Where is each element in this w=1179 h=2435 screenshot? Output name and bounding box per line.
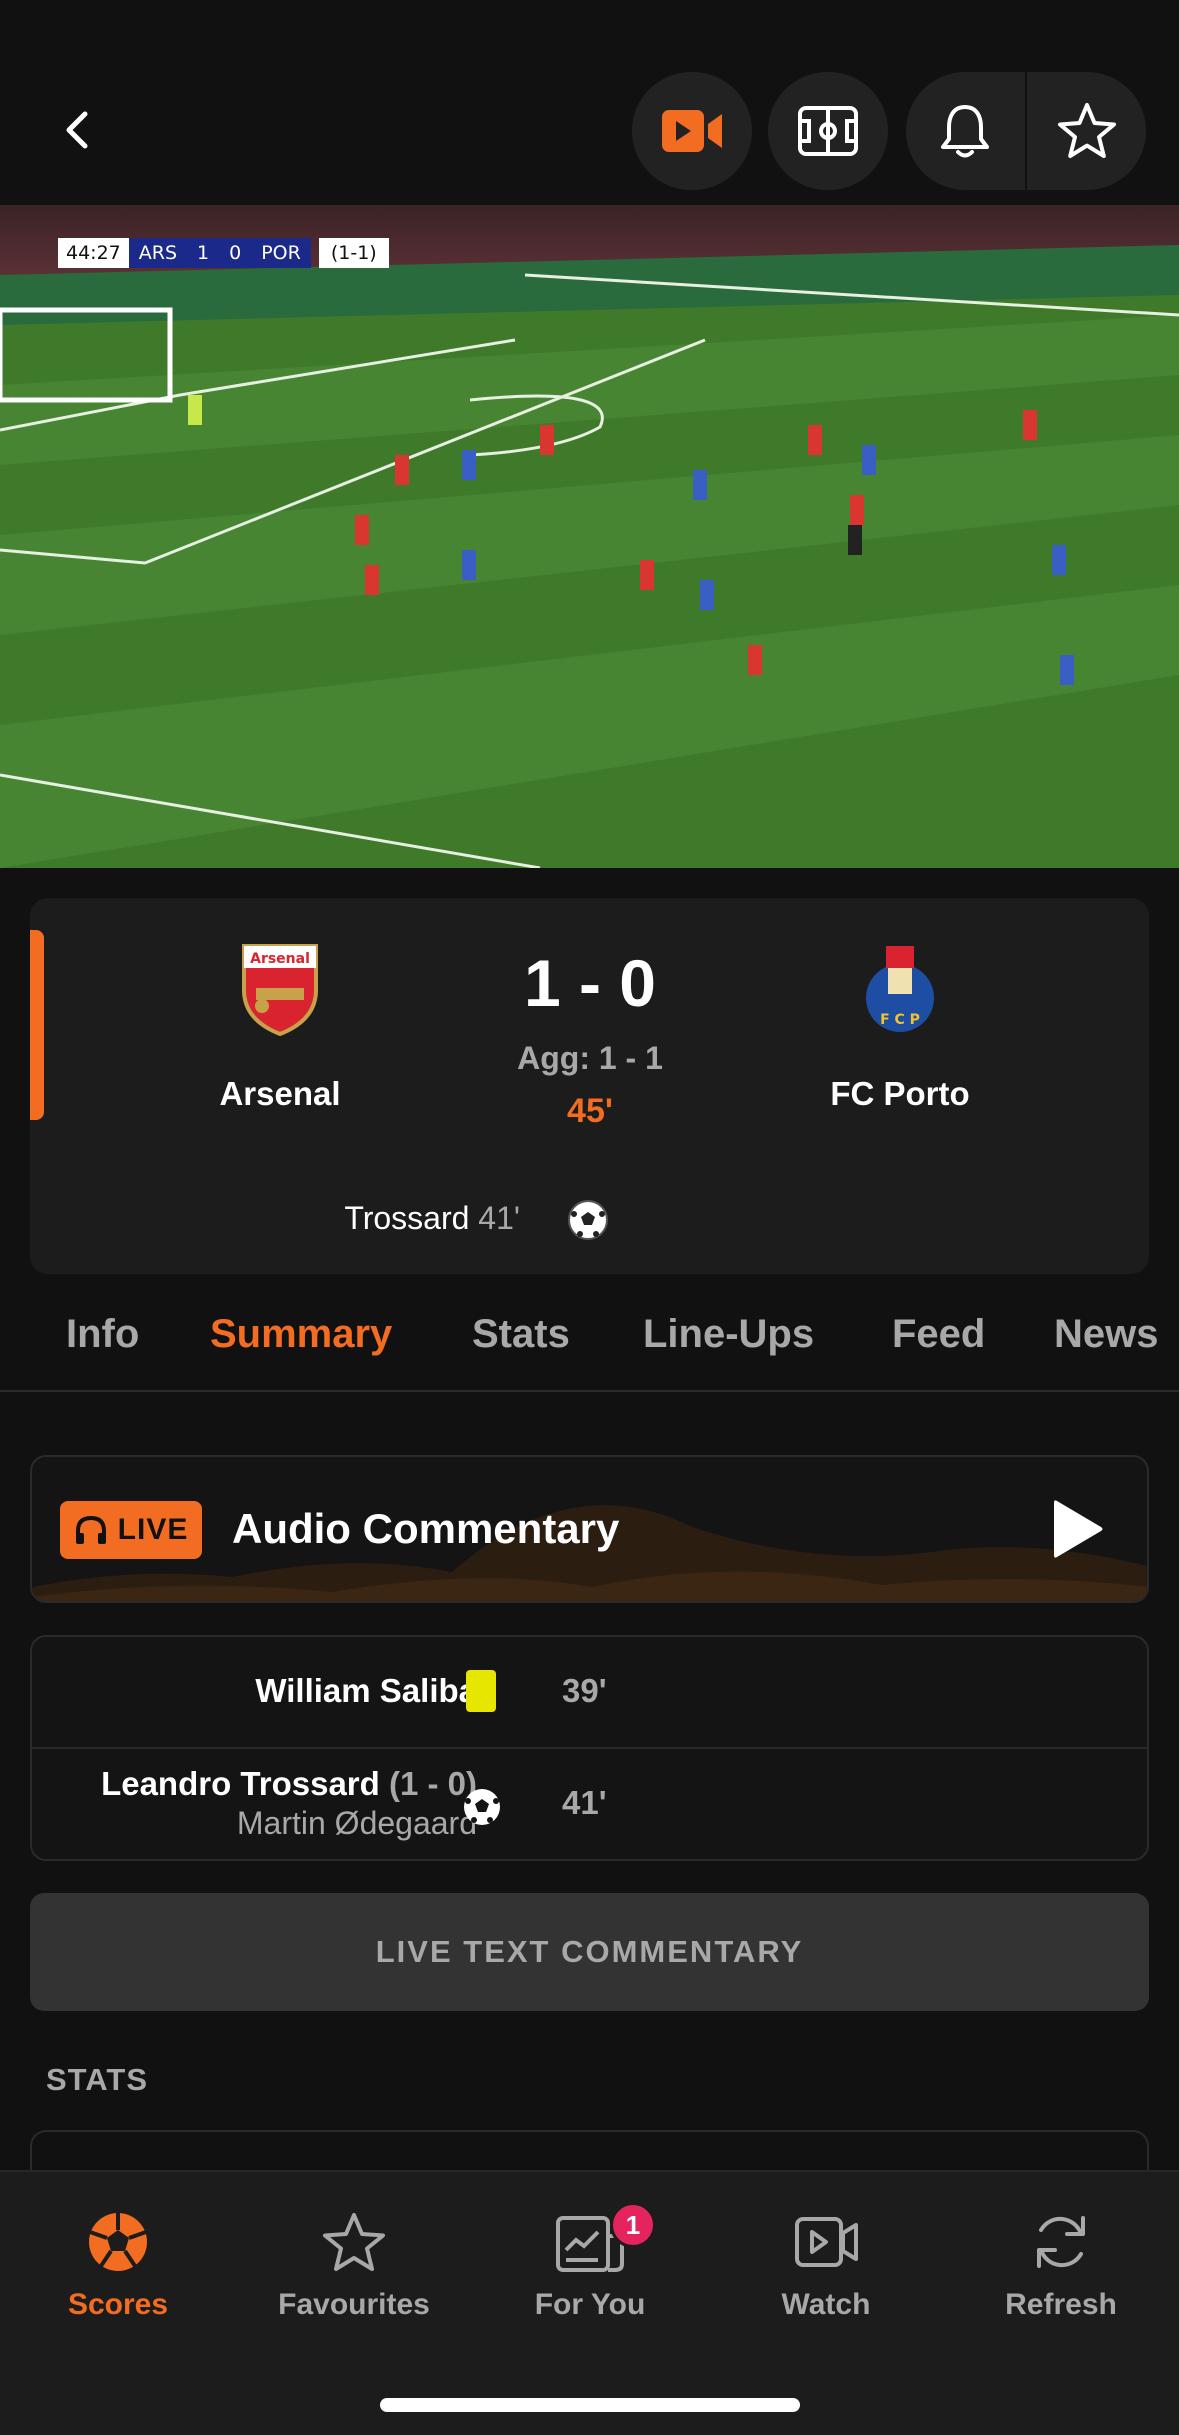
match-score: 1 - 0 — [523, 946, 657, 1020]
event-player-trossard[interactable]: Leandro Trossard (1 - 0) — [101, 1765, 477, 1803]
tab-info[interactable]: Info — [66, 1312, 139, 1357]
goal-scorer-name: Trossard — [344, 1200, 470, 1236]
video-scorebug: 44:27 ARS 1 0 POR (1-1) — [58, 238, 389, 268]
svg-text:Arsenal: Arsenal — [250, 951, 310, 967]
event-scorer-name: Leandro Trossard — [101, 1765, 380, 1802]
event-minute: 39' — [562, 1672, 607, 1709]
goal-icon — [464, 1789, 500, 1825]
play-icon[interactable] — [1051, 1497, 1105, 1561]
star-icon — [1057, 103, 1116, 158]
video-button[interactable] — [632, 72, 752, 190]
bell-icon — [941, 105, 990, 158]
tab-feed[interactable]: Feed — [892, 1312, 985, 1357]
goal-scorer-minute: 41' — [478, 1200, 520, 1236]
match-tabs: Info Summary Stats Line-Ups Feed News — [0, 1292, 1179, 1392]
arsenal-crest-icon[interactable]: Arsenal — [238, 940, 322, 1036]
divider — [32, 1747, 1147, 1749]
favourite-button[interactable] — [1027, 72, 1146, 190]
event-assist: Martin Ødegaard — [236, 1805, 477, 1841]
pitch-view-button[interactable] — [768, 72, 888, 190]
nav-watch[interactable]: Watch — [708, 2202, 944, 2322]
live-audio-badge: LIVE — [60, 1501, 202, 1559]
back-button[interactable] — [48, 95, 108, 165]
nav-favourites[interactable]: Favourites — [236, 2202, 472, 2322]
nav-scores[interactable]: Scores — [0, 2202, 236, 2322]
nav-label: For You — [534, 2288, 646, 2321]
tab-line-ups[interactable]: Line-Ups — [643, 1312, 814, 1357]
stats-section-header: STATS — [46, 2062, 149, 2097]
scorebug-time: 44:27 — [58, 238, 129, 268]
video-camera-icon — [662, 110, 722, 152]
match-events-card: William Saliba 39' Leandro Trossard (1 -… — [30, 1635, 1149, 1861]
pitch-icon — [798, 106, 858, 156]
away-team-name[interactable]: FC Porto — [740, 1075, 1060, 1113]
nav-label: Watch — [781, 2288, 871, 2321]
nav-refresh[interactable]: Refresh — [943, 2202, 1179, 2322]
scorebug-away-score: 0 — [219, 238, 252, 268]
pitch-video-frame — [0, 205, 1179, 868]
scorebug-home: ARS — [128, 238, 188, 268]
top-bar — [0, 0, 1179, 205]
tab-news[interactable]: News — [1054, 1312, 1159, 1357]
nav-for-you[interactable]: 1 For You — [472, 2202, 708, 2322]
headphones-icon — [75, 1515, 106, 1544]
yellow-card-icon — [466, 1670, 496, 1712]
refresh-icon — [1037, 2216, 1085, 2268]
football-icon — [568, 1200, 608, 1240]
goal-scorer: Trossard 41' — [200, 1200, 520, 1237]
nav-label: Scores — [67, 2288, 169, 2321]
notification-badge: 1 — [610, 2202, 656, 2248]
live-badge-label: LIVE — [117, 1513, 189, 1546]
live-text-commentary-button[interactable]: LIVE TEXT COMMENTARY — [30, 1893, 1149, 2011]
home-team-name[interactable]: Arsenal — [120, 1075, 440, 1113]
tab-summary[interactable]: Summary — [210, 1312, 392, 1357]
porto-crest-icon[interactable]: F C P — [860, 940, 940, 1036]
aggregate-score: Agg: 1 - 1 — [517, 1040, 663, 1076]
scorebug-away: POR — [251, 238, 311, 268]
match-video-player[interactable]: 44:27 ARS 1 0 POR (1-1) — [0, 205, 1179, 868]
nav-label: Favourites — [278, 2288, 430, 2321]
live-indicator-strip — [30, 930, 44, 1120]
audio-commentary-card[interactable]: LIVE Audio Commentary — [30, 1455, 1149, 1603]
star-icon — [323, 2213, 385, 2271]
tab-stats[interactable]: Stats — [472, 1312, 570, 1357]
video-icon — [795, 2217, 858, 2267]
scorebug-home-score: 1 — [187, 238, 220, 268]
nav-label: Refresh — [1005, 2288, 1117, 2321]
event-player-saliba[interactable]: William Saliba — [255, 1672, 477, 1710]
action-pill-group — [906, 72, 1146, 190]
scorebug-aggregate: (1-1) — [318, 238, 389, 268]
event-minute: 41' — [562, 1784, 607, 1821]
notifications-button[interactable] — [906, 72, 1025, 190]
home-indicator[interactable] — [380, 2398, 800, 2412]
chevron-left-icon — [66, 111, 88, 149]
svg-text:F C P: F C P — [880, 1012, 920, 1028]
audio-commentary-title: Audio Commentary — [232, 1505, 620, 1552]
football-icon — [89, 2213, 147, 2271]
match-minute: 45' — [567, 1092, 613, 1130]
bottom-navigation: Scores Favourites 1 For You Watch Refres… — [0, 2170, 1179, 2435]
